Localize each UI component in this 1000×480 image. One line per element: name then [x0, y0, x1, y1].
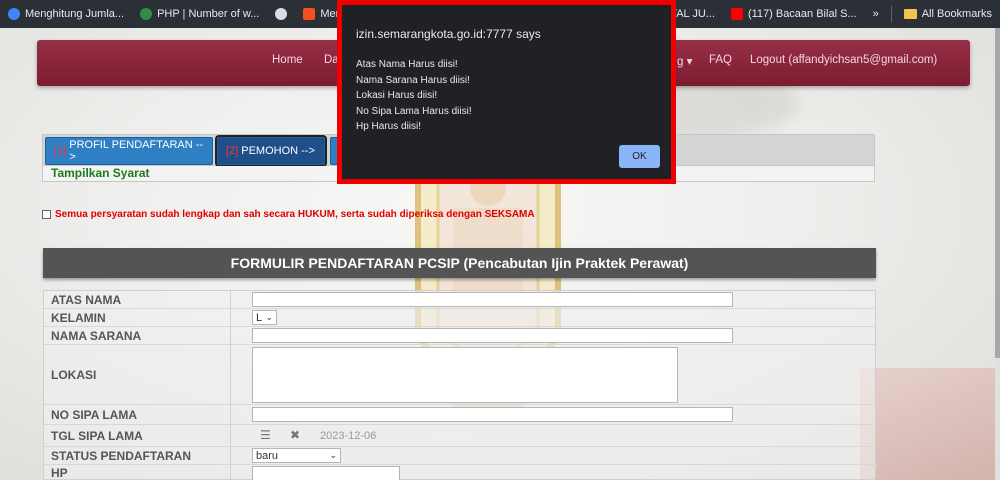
step-profil-pendaftaran[interactable]: [1] PROFIL PENDAFTARAN --> [45, 137, 213, 165]
nav-logout-link[interactable]: Logout (affandyichsan5@gmail.com) [750, 54, 937, 66]
nav-home-link[interactable]: Home [272, 54, 303, 66]
status-pendaftaran-select[interactable]: baru ⌄ [252, 448, 341, 463]
nav-faq-link[interactable]: FAQ [709, 54, 732, 66]
row-atas-nama: ATAS NAMA [44, 291, 877, 309]
no-sipa-lama-label: NO SIPA LAMA [51, 408, 137, 422]
folder-icon [903, 9, 917, 19]
no-sipa-lama-input[interactable] [252, 407, 733, 422]
page-scrollbar[interactable] [995, 28, 1000, 480]
lokasi-textarea[interactable] [252, 347, 678, 403]
all-bookmarks-button[interactable]: All Bookmarks [896, 0, 1000, 28]
step-pemohon[interactable]: [2] PEMOHON --> [215, 135, 327, 167]
chevron-down-icon: ⌄ [329, 450, 337, 460]
atas-nama-input[interactable] [252, 292, 733, 307]
row-status-pendaftaran: STATUS PENDAFTARAN baru ⌄ [44, 447, 877, 465]
alert-message: Lokasi Harus diisi! [356, 90, 438, 101]
bookmark-bacaan-bilal[interactable]: (117) Bacaan Bilal S... [723, 0, 865, 28]
nav-dropdown-menu[interactable]: g ▾ [677, 54, 692, 68]
scrollbar-thumb[interactable] [995, 28, 1000, 358]
alert-message: Nama Sarana Harus diisi! [356, 74, 470, 86]
clear-date-icon[interactable]: ✖ [290, 428, 300, 442]
background-roof [860, 368, 1000, 480]
alert-ok-button[interactable]: OK [619, 145, 660, 168]
agreement-checkbox[interactable] [42, 210, 51, 219]
bookmark-php-number[interactable]: PHP | Number of w... [132, 0, 267, 28]
agreement-row: Semua persyaratan sudah lengkap dan sah … [42, 209, 535, 220]
form-title: FORMULIR PENDAFTARAN PCSIP (Pencabutan I… [43, 248, 876, 278]
row-no-sipa-lama: NO SIPA LAMA [44, 405, 877, 425]
row-tgl-sipa-lama: TGL SIPA LAMA ☰ ✖ 2023-12-06 [44, 425, 877, 447]
nama-sarana-label: NAMA SARANA [51, 329, 142, 343]
alert-message: Atas Nama Harus diisi! [356, 59, 458, 70]
lokasi-label: LOKASI [51, 368, 97, 382]
tgl-sipa-lama-label: TGL SIPA LAMA [51, 429, 143, 443]
alert-dialog-title: izin.semarangkota.go.id:7777 says [356, 27, 541, 41]
row-kelamin: KELAMIN L ⌄ [44, 309, 877, 327]
geeks-favicon-icon [140, 8, 153, 20]
row-nama-sarana: NAMA SARANA [44, 327, 877, 345]
hp-input[interactable] [252, 466, 400, 480]
bookmark-favicon-icon [8, 8, 20, 20]
calendar-icon[interactable]: ☰ [260, 428, 271, 442]
row-hp: HP [44, 465, 877, 480]
youtube-icon [730, 8, 743, 20]
nama-sarana-input[interactable] [252, 328, 733, 343]
tgl-sipa-lama-input[interactable]: 2023-12-06 [320, 430, 376, 442]
kelamin-label: KELAMIN [51, 311, 106, 325]
bookmark-github[interactable] [267, 0, 295, 28]
alert-message: Hp Harus diisi! [356, 121, 422, 132]
bookmarks-divider [890, 6, 892, 22]
github-icon [275, 8, 288, 20]
hp-label: HP [51, 466, 68, 480]
tampilkan-syarat-link[interactable]: Tampilkan Syarat [51, 166, 149, 180]
bookmark-favicon-icon [303, 8, 316, 20]
kelamin-select[interactable]: L ⌄ [252, 310, 277, 325]
alert-message: No Sipa Lama Harus diisi! [356, 105, 472, 117]
alert-messages: Atas Nama Harus diisi! Nama Sarana Harus… [356, 57, 472, 135]
status-pendaftaran-label: STATUS PENDAFTARAN [51, 449, 191, 463]
alert-dialog: izin.semarangkota.go.id:7777 says Atas N… [337, 0, 676, 184]
atas-nama-label: ATAS NAMA [51, 293, 122, 307]
bookmark-menghitung-jumlah[interactable]: Menghitung Jumla... [0, 0, 132, 28]
agreement-label: Semua persyaratan sudah lengkap dan sah … [55, 209, 535, 220]
registration-form: ATAS NAMA KELAMIN L ⌄ NAMA SARANA LOKASI… [43, 290, 877, 480]
row-lokasi: LOKASI [44, 345, 877, 405]
chevron-down-icon: ⌄ [265, 312, 273, 322]
bookmarks-overflow-button[interactable]: » [865, 0, 887, 28]
